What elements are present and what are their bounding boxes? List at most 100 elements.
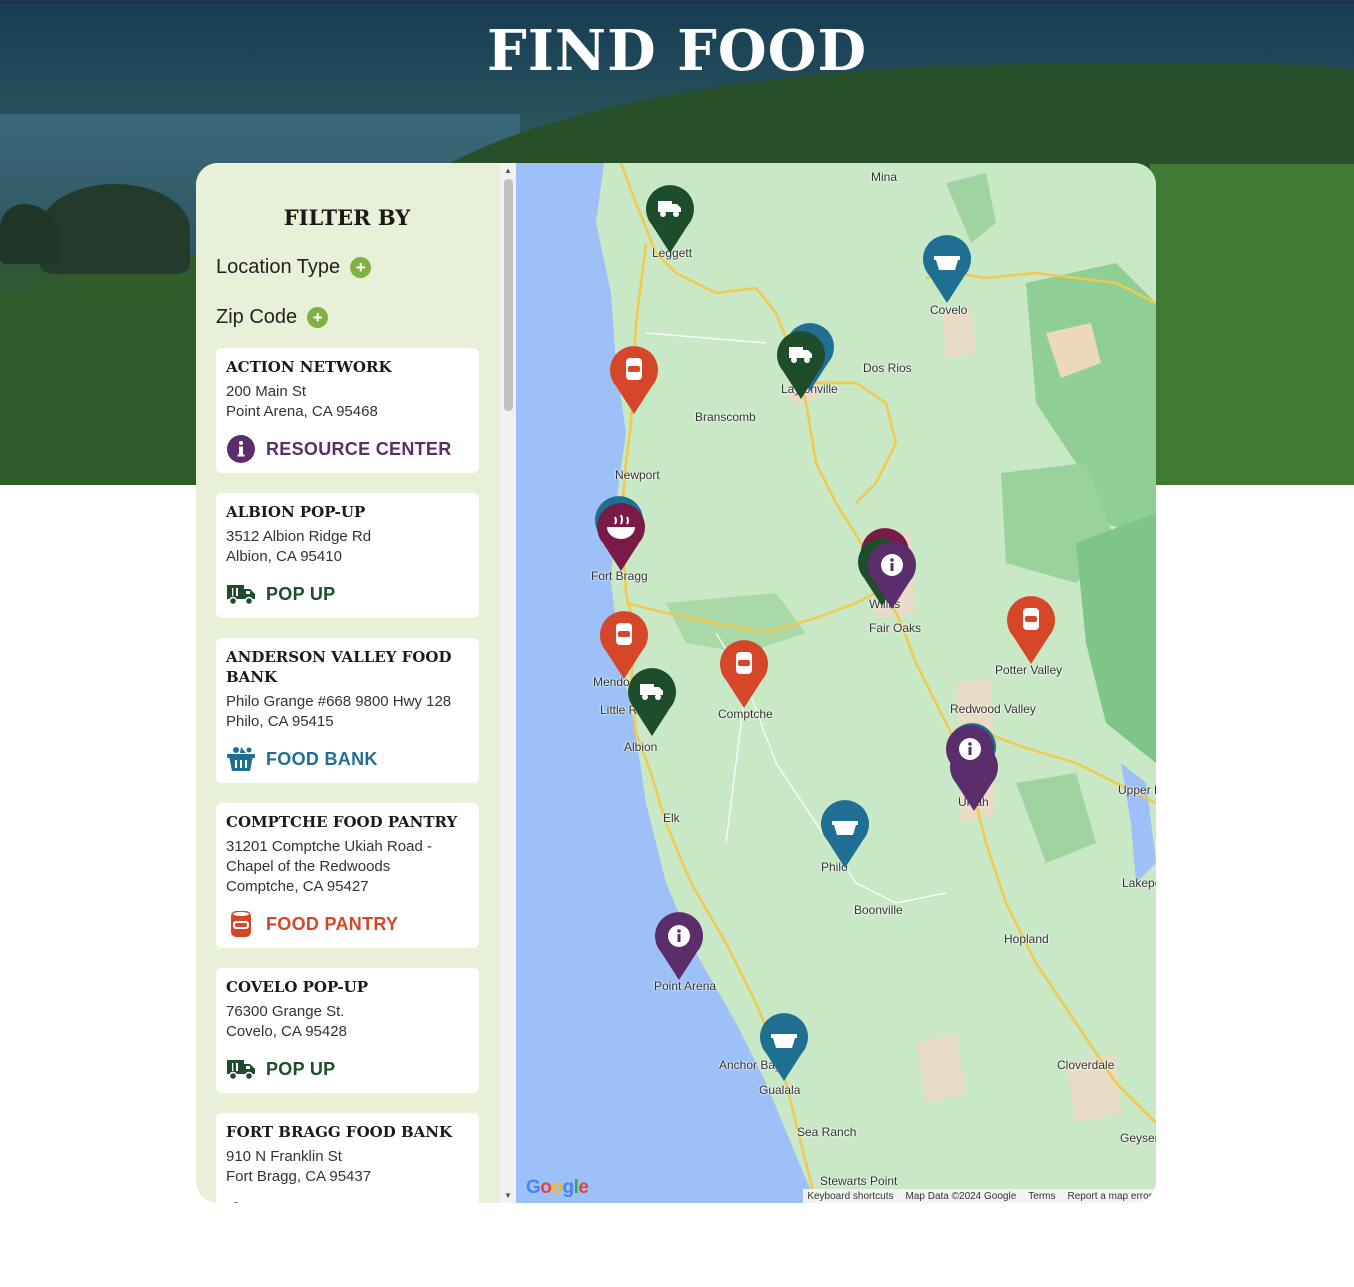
location-card[interactable]: ACTION NETWORK 200 Main St Point Arena, … xyxy=(216,348,479,473)
filter-label: Zip Code xyxy=(216,306,298,328)
hero-rock xyxy=(40,184,190,274)
location-type: POP UP xyxy=(226,1054,469,1084)
info-icon xyxy=(959,738,981,760)
map-label: Hopland xyxy=(1004,932,1049,946)
basket-icon xyxy=(226,744,256,774)
map-pin-food-bank[interactable] xyxy=(758,1013,810,1083)
map-label: Elk xyxy=(663,811,680,825)
map-footer: Keyboard shortcuts Map Data ©2024 Google… xyxy=(803,1189,1156,1203)
map-pin-popup[interactable] xyxy=(775,331,827,401)
location-address-line2: Philo, CA 95415 xyxy=(226,713,334,730)
map-label: Sea Ranch xyxy=(797,1125,857,1139)
location-card[interactable]: COMPTCHE FOOD PANTRY 31201 Comptche Ukia… xyxy=(216,803,479,948)
scrollbar-thumb[interactable] xyxy=(504,179,513,411)
map-pin-resource[interactable] xyxy=(944,725,996,795)
map-pin-popup[interactable] xyxy=(626,668,678,738)
scroll-down-arrow-icon[interactable]: ▼ xyxy=(504,1191,512,1200)
keyboard-shortcuts-link[interactable]: Keyboard shortcuts xyxy=(807,1191,893,1202)
terms-link[interactable]: Terms xyxy=(1028,1191,1055,1202)
location-type: FOOD BANK xyxy=(226,1199,469,1203)
report-error-link[interactable]: Report a map error xyxy=(1068,1191,1152,1202)
map-label: Boonville xyxy=(854,903,903,917)
info-icon xyxy=(881,554,903,576)
location-name: ALBION POP-UP xyxy=(226,503,366,521)
location-address-line1: Philo Grange #668 9800 Hwy 128 xyxy=(226,693,452,710)
sidebar-scrollbar[interactable]: ▲ ▼ xyxy=(500,163,516,1203)
info-icon xyxy=(668,925,690,947)
can-icon xyxy=(226,909,256,939)
food-truck-icon xyxy=(226,1054,256,1084)
page-title: FIND FOOD xyxy=(486,18,868,84)
location-address-line1: 3512 Albion Ridge Rd xyxy=(226,528,372,545)
map-pin-pantry[interactable] xyxy=(1005,596,1057,666)
map-label: Fair Oaks xyxy=(869,621,922,635)
map-label: Covelo xyxy=(930,303,968,317)
map-label: Lakeport xyxy=(1122,876,1156,890)
basket-icon xyxy=(226,1199,256,1203)
map-pin-food-bank[interactable] xyxy=(921,235,973,305)
map-label: Branscomb xyxy=(695,410,756,424)
filter-title: FILTER BY xyxy=(283,205,411,230)
filter-zip-code[interactable]: Zip Code + xyxy=(216,306,329,329)
location-type-label: POP UP xyxy=(266,583,336,604)
can-icon xyxy=(626,358,642,380)
location-address-line2: Point Arena, CA 95468 xyxy=(226,403,378,420)
map-pin-resource[interactable] xyxy=(653,912,705,982)
location-name: COMPTCHE FOOD PANTRY xyxy=(226,813,458,831)
map-pin-resource[interactable] xyxy=(866,541,918,611)
map-pin-meal[interactable] xyxy=(595,503,647,573)
map-pin-food-bank[interactable] xyxy=(819,800,871,870)
location-type: RESOURCE CENTER xyxy=(226,434,469,464)
location-type: FOOD PANTRY xyxy=(226,909,469,939)
location-name: COVELO POP-UP xyxy=(226,978,369,996)
location-address-line2: Comptche, CA 95427 xyxy=(226,878,369,895)
location-card[interactable]: ANDERSON VALLEY FOOD BANK Philo Grange #… xyxy=(216,638,479,783)
map-pin-pantry[interactable] xyxy=(608,346,660,416)
map-pin-popup[interactable] xyxy=(644,185,696,255)
expand-plus-icon[interactable]: + xyxy=(307,307,329,328)
google-logo: Google xyxy=(526,1177,589,1198)
map-label: Albion xyxy=(624,740,658,754)
map-data-attribution: Map Data ©2024 Google xyxy=(905,1190,1017,1202)
location-card[interactable]: ALBION POP-UP 3512 Albion Ridge Rd Albio… xyxy=(216,493,479,618)
map-label: Dos Rios xyxy=(863,361,912,375)
filter-label: Location Type xyxy=(216,256,341,278)
map-label: Upper Lake xyxy=(1118,783,1156,797)
location-name: ANDERSON VALLEY FOOD BANK xyxy=(226,648,452,686)
location-type-label: RESOURCE CENTER xyxy=(266,438,452,459)
map-pin-pantry[interactable] xyxy=(718,640,770,710)
location-address-line1: 910 N Franklin St xyxy=(226,1148,342,1165)
filter-sidebar[interactable]: FILTER BY Location Type + Zip Code + ACT… xyxy=(196,163,500,1203)
location-type: POP UP xyxy=(226,579,469,609)
location-address-line1: 76300 Grange St. xyxy=(226,1003,345,1020)
map-label: Mina xyxy=(871,170,898,184)
food-truck-icon xyxy=(226,579,256,609)
location-type-label: FOOD BANK xyxy=(266,748,378,769)
location-type-label: POP UP xyxy=(266,1058,336,1079)
map-label: Newport xyxy=(615,468,660,482)
location-card[interactable]: FORT BRAGG FOOD BANK 910 N Franklin St F… xyxy=(216,1113,479,1203)
location-address-line2: Covelo, CA 95428 xyxy=(226,1023,347,1040)
find-food-card: FILTER BY Location Type + Zip Code + ACT… xyxy=(196,163,1156,1203)
location-type: FOOD BANK xyxy=(226,744,469,774)
location-address-line1: 31201 Comptche Ukiah Road - Chapel of th… xyxy=(226,838,432,875)
location-card[interactable]: COVELO POP-UP 76300 Grange St. Covelo, C… xyxy=(216,968,479,1093)
filter-location-type[interactable]: Location Type + xyxy=(216,256,372,279)
hero-field xyxy=(1150,164,1354,485)
can-icon xyxy=(616,623,632,645)
expand-plus-icon[interactable]: + xyxy=(350,257,372,278)
map-label: Stewarts Point xyxy=(820,1174,898,1188)
can-icon xyxy=(1023,608,1039,630)
map-label: Cloverdale xyxy=(1057,1058,1115,1072)
map[interactable]: Mina Leggett Covelo Laytonville Dos Rios… xyxy=(516,163,1156,1203)
map-label: Geyserville xyxy=(1120,1131,1156,1145)
location-address-line2: Albion, CA 95410 xyxy=(226,548,342,565)
location-name: FORT BRAGG FOOD BANK xyxy=(226,1123,453,1141)
scroll-up-arrow-icon[interactable]: ▲ xyxy=(504,166,512,175)
location-type-label: FOOD PANTRY xyxy=(266,913,399,934)
map-label: Redwood Valley xyxy=(950,702,1036,716)
location-address-line2: Fort Bragg, CA 95437 xyxy=(226,1168,372,1185)
location-name: ACTION NETWORK xyxy=(226,358,392,376)
location-address-line1: 200 Main St xyxy=(226,383,307,400)
map-label: Gualala xyxy=(759,1083,801,1097)
